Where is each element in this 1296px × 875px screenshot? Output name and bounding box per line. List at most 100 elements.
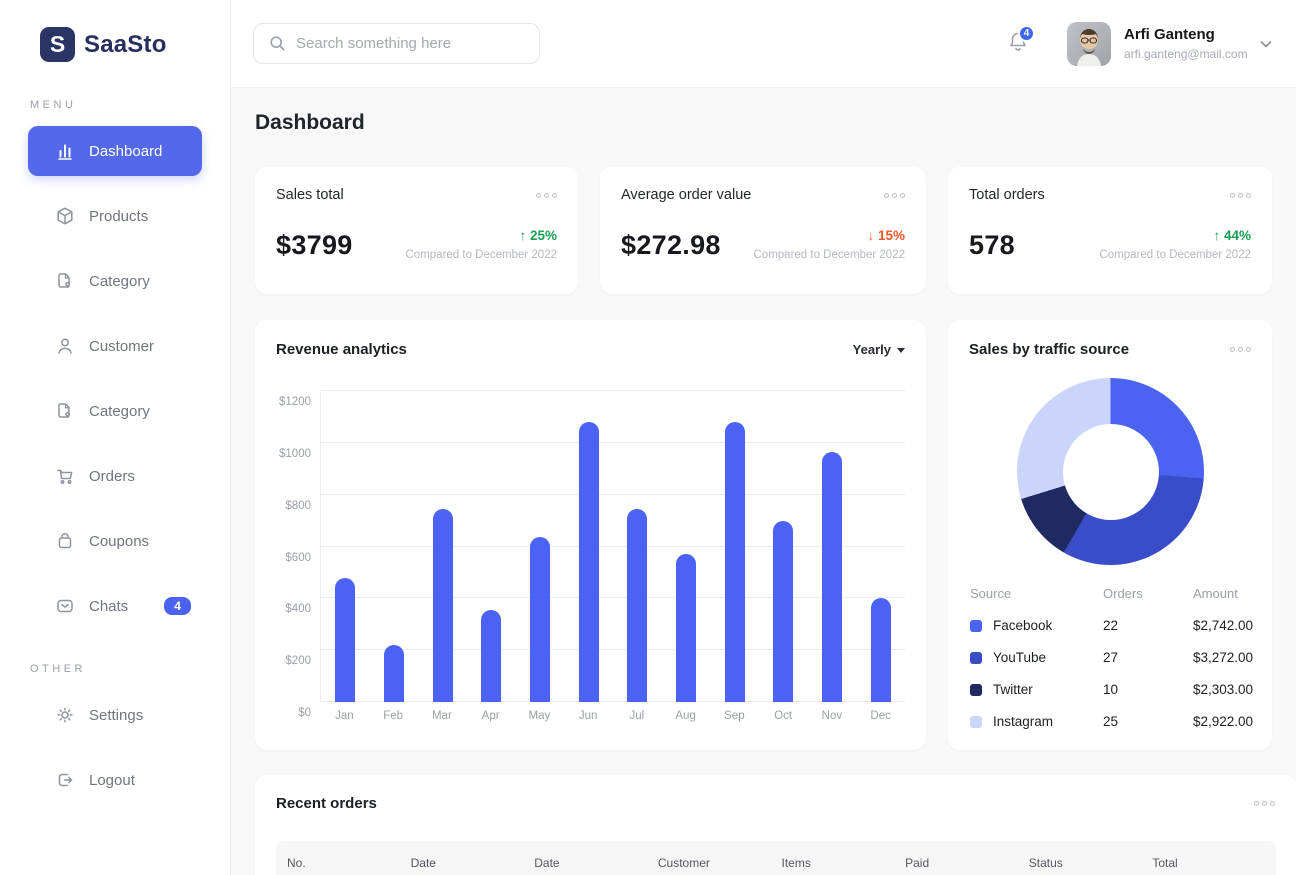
sidebar-item-dashboard[interactable]: Dashboard xyxy=(28,126,202,176)
search-input[interactable] xyxy=(296,35,516,52)
sidebar-item-settings[interactable]: Settings xyxy=(28,690,202,740)
stat-compare-label: Compared to December 2022 xyxy=(406,249,558,261)
sidebar-item-label: Category xyxy=(89,403,150,420)
orders-column-date: Date xyxy=(411,856,535,870)
stat-card-value: $272.98 xyxy=(621,230,721,261)
user-avatar[interactable] xyxy=(1067,22,1111,66)
revenue-card-title: Revenue analytics xyxy=(276,341,407,358)
sidebar-nav: Dashboard Products Category Customer Cat xyxy=(0,126,230,631)
legend-header-amount: Amount xyxy=(1193,586,1254,601)
range-select-value: Yearly xyxy=(853,342,891,357)
legend-header-source: Source xyxy=(970,586,1103,601)
stat-delta: ↑ 25% xyxy=(406,228,558,243)
menu-section-label: MENU xyxy=(0,99,230,111)
sidebar-item-products[interactable]: Products xyxy=(28,191,202,241)
sidebar-item-orders[interactable]: Orders xyxy=(28,451,202,501)
stat-card-value: $3799 xyxy=(276,230,353,261)
revenue-bar xyxy=(627,509,647,702)
trend-arrow-icon: ↑ xyxy=(519,228,526,243)
revenue-analytics-card: Revenue analytics Yearly $0$200$400$600$… xyxy=(255,320,926,750)
chats-badge: 4 xyxy=(164,597,191,615)
facebook-swatch-icon xyxy=(970,620,982,632)
orders-column-status: Status xyxy=(1029,856,1153,870)
range-select-dropdown[interactable]: Yearly xyxy=(853,342,905,357)
orders-column-no: No. xyxy=(287,856,411,870)
more-options-icon[interactable] xyxy=(1230,190,1251,201)
orders-table-header-row: No. Date Date Customer Items Paid Status… xyxy=(276,841,1276,875)
legend-row-twitter: Twitter 10 $2,303.00 xyxy=(970,682,1254,697)
traffic-card-title: Sales by traffic source xyxy=(969,341,1129,358)
orders-column-customer: Customer xyxy=(658,856,782,870)
sidebar-item-label: Chats xyxy=(89,598,128,615)
stat-compare-label: Compared to December 2022 xyxy=(1100,249,1252,261)
revenue-bar xyxy=(871,598,891,702)
cart-icon xyxy=(55,466,75,486)
legend-row-facebook: Facebook 22 $2,742.00 xyxy=(970,618,1254,633)
revenue-plot: $0$200$400$600$800$1000$1200 xyxy=(320,391,905,702)
stat-card-value: 578 xyxy=(969,230,1015,261)
sidebar-item-label: Logout xyxy=(89,772,135,789)
orders-column-paid: Paid xyxy=(905,856,1029,870)
stat-compare-label: Compared to December 2022 xyxy=(754,249,906,261)
instagram-swatch-icon xyxy=(970,716,982,728)
other-section-label: OTHER xyxy=(0,663,230,675)
chat-icon xyxy=(55,596,75,616)
revenue-bar xyxy=(822,452,842,702)
logout-icon xyxy=(55,770,75,790)
legend-row-youtube: YouTube 27 $3,272.00 xyxy=(970,650,1254,665)
chevron-down-icon[interactable] xyxy=(1257,35,1275,53)
traffic-legend-table: Source Orders Amount Facebook 22 $2,742.… xyxy=(970,586,1254,729)
more-options-icon[interactable] xyxy=(1230,344,1251,355)
sidebar-nav-other: Settings Logout xyxy=(0,690,230,805)
sidebar-item-label: Settings xyxy=(89,707,143,724)
orders-column-items: Items xyxy=(782,856,906,870)
trend-arrow-icon: ↑ xyxy=(1213,228,1220,243)
sidebar-item-chats[interactable]: Chats 4 xyxy=(28,581,202,631)
revenue-bar xyxy=(725,422,745,702)
traffic-source-card: Sales by traffic source Source Orders Am… xyxy=(948,320,1272,750)
stat-card-average-order-value: Average order value $272.98 ↓ 15% Compar… xyxy=(600,167,926,294)
gear-icon xyxy=(55,705,75,725)
sidebar-item-logout[interactable]: Logout xyxy=(28,755,202,805)
stat-card-sales-total: Sales total $3799 ↑ 25% Compared to Dece… xyxy=(255,167,578,294)
sidebar-item-customer[interactable]: Customer xyxy=(28,321,202,371)
orders-column-date-2: Date xyxy=(534,856,658,870)
sidebar-item-label: Dashboard xyxy=(89,143,162,160)
sidebar-item-coupons[interactable]: Coupons xyxy=(28,516,202,566)
search-box[interactable] xyxy=(253,23,540,64)
user-icon xyxy=(55,336,75,356)
notifications-button[interactable]: 4 xyxy=(1007,30,1031,56)
sidebar-item-category-2[interactable]: Category xyxy=(28,386,202,436)
legend-row-instagram: Instagram 25 $2,922.00 xyxy=(970,714,1254,729)
stat-card-title: Total orders xyxy=(969,187,1045,203)
trend-arrow-icon: ↓ xyxy=(867,228,874,243)
revenue-bar xyxy=(676,554,696,702)
bag-icon xyxy=(55,531,75,551)
more-options-icon[interactable] xyxy=(536,190,557,201)
brand-logo-icon: S xyxy=(40,27,75,62)
revenue-bar xyxy=(335,578,355,702)
user-email: arfi.ganteng@mail.com xyxy=(1124,47,1248,61)
legend-header-orders: Orders xyxy=(1103,586,1193,601)
notification-count-badge: 4 xyxy=(1018,25,1035,42)
category-icon xyxy=(55,271,75,291)
sidebar-item-category[interactable]: Category xyxy=(28,256,202,306)
more-options-icon[interactable] xyxy=(884,190,905,201)
revenue-bar xyxy=(530,537,550,702)
more-options-icon[interactable] xyxy=(1254,798,1275,809)
search-icon xyxy=(269,35,286,52)
revenue-bar xyxy=(579,422,599,702)
sidebar: S SaaSto MENU Dashboard Products Categor… xyxy=(0,0,231,875)
twitter-swatch-icon xyxy=(970,684,982,696)
orders-column-total: Total xyxy=(1152,856,1276,870)
dropdown-arrow-icon xyxy=(897,348,905,353)
revenue-bar xyxy=(481,610,501,702)
user-name: Arfi Ganteng xyxy=(1124,26,1215,43)
bar-chart-icon xyxy=(55,141,75,161)
revenue-bar xyxy=(384,645,404,702)
category-icon xyxy=(55,401,75,421)
page-title: Dashboard xyxy=(255,111,365,135)
brand-logo: S SaaSto xyxy=(0,0,230,62)
stat-delta: ↑ 44% xyxy=(1100,228,1252,243)
brand-name: SaaSto xyxy=(84,31,167,59)
